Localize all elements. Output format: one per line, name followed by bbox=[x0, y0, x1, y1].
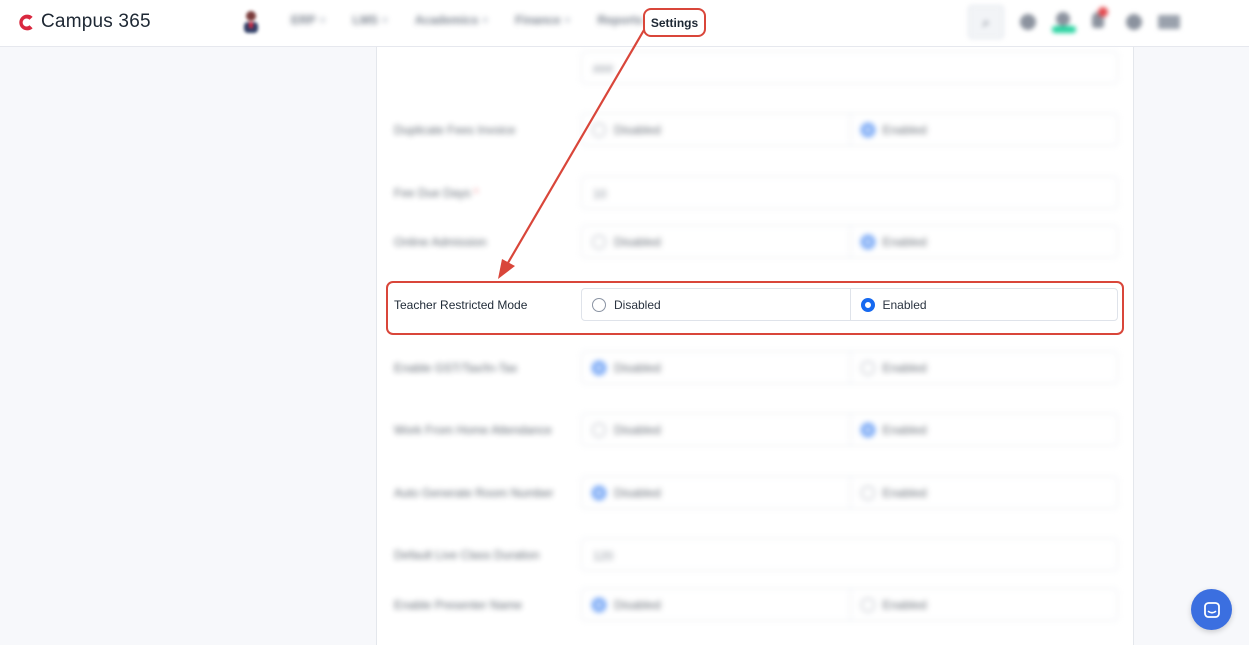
nav-item-settings[interactable]: Settings bbox=[643, 8, 706, 37]
radio-label: Disabled bbox=[614, 122, 661, 137]
nav-item-label: Reports bbox=[597, 13, 643, 27]
radio-option-enabled[interactable]: Enabled bbox=[849, 114, 1118, 145]
radio-icon bbox=[592, 234, 606, 249]
radio-label: Disabled bbox=[614, 422, 661, 437]
radio-label: Disabled bbox=[614, 485, 661, 500]
row-label: Online Admission bbox=[394, 235, 487, 249]
notification-bell-icon[interactable] bbox=[1092, 7, 1108, 28]
radio-group: Disabled Enabled bbox=[581, 413, 1118, 446]
user-status-icon[interactable] bbox=[1052, 12, 1076, 33]
radio-label: Disabled bbox=[614, 234, 661, 249]
radio-option-enabled[interactable]: Enabled bbox=[849, 589, 1118, 620]
radio-option-enabled[interactable]: Enabled bbox=[849, 414, 1118, 445]
radio-checked-icon bbox=[592, 485, 606, 500]
radio-icon bbox=[860, 485, 875, 500]
nav-item-label: ERP bbox=[291, 13, 316, 27]
main-nav: ERP ▼ LMS ▼ Academics ▼ Finance ▼ Reports bbox=[291, 0, 669, 40]
radio-icon bbox=[860, 597, 875, 612]
radio-option-disabled[interactable]: Disabled bbox=[582, 477, 850, 508]
radio-label: Enabled bbox=[882, 122, 927, 137]
radio-label: Disabled bbox=[614, 297, 661, 312]
radio-group: Disabled Enabled bbox=[581, 113, 1118, 146]
radio-checked-icon bbox=[592, 360, 606, 375]
toolbar: ⌕ bbox=[968, 0, 1238, 44]
row-label: Default Live Class Duration bbox=[394, 548, 540, 562]
field-value: 10 bbox=[593, 187, 607, 201]
radio-label: Enabled bbox=[882, 360, 927, 375]
radio-label: Enabled bbox=[882, 597, 927, 612]
field-value: ### bbox=[593, 62, 614, 76]
chevron-down-icon: ▼ bbox=[481, 15, 490, 25]
radio-label: Enabled bbox=[882, 485, 927, 500]
text-field[interactable]: 10 bbox=[581, 176, 1118, 209]
chevron-down-icon: ▼ bbox=[318, 15, 327, 25]
radio-label: Enabled bbox=[882, 297, 927, 312]
row-label: Fee Due Days * bbox=[394, 186, 478, 200]
nav-item-lms[interactable]: LMS ▼ bbox=[353, 13, 389, 27]
radio-group-teacher-restricted-mode: Disabled Enabled bbox=[581, 288, 1118, 321]
radio-checked-icon bbox=[860, 234, 875, 249]
field-value: 120 bbox=[593, 549, 614, 563]
row-label: Enable GST/Tax/In-Tax bbox=[394, 361, 518, 375]
radio-option-disabled[interactable]: Disabled bbox=[582, 352, 850, 383]
nav-item-reports[interactable]: Reports bbox=[597, 13, 642, 27]
chevron-down-icon: ▼ bbox=[563, 15, 572, 25]
radio-label: Enabled bbox=[882, 422, 927, 437]
row-label: Auto Generate Room Number bbox=[394, 486, 554, 500]
radio-option-disabled[interactable]: Disabled bbox=[582, 414, 850, 445]
radio-checked-icon bbox=[860, 297, 875, 312]
nav-item-label: LMS bbox=[352, 13, 378, 27]
row-label: Enable Presenter Name bbox=[394, 598, 523, 612]
top-navbar: Campus 365 ERP ▼ LMS ▼ Academics ▼ Finance ▼… bbox=[0, 0, 1249, 47]
radio-option-disabled[interactable]: Disabled bbox=[582, 114, 850, 145]
radio-label: Disabled bbox=[614, 597, 661, 612]
nav-item-label: Finance bbox=[515, 13, 561, 27]
radio-checked-icon bbox=[592, 597, 606, 612]
globe-icon[interactable] bbox=[1020, 14, 1036, 30]
nav-item-finance[interactable]: Finance ▼ bbox=[515, 13, 571, 27]
radio-checked-icon bbox=[860, 422, 875, 437]
search-icon[interactable]: ⌕ bbox=[968, 5, 1004, 39]
radio-option-disabled[interactable]: Disabled bbox=[582, 289, 850, 320]
radio-option-enabled[interactable]: Enabled bbox=[849, 352, 1118, 383]
chat-launcher-button[interactable] bbox=[1191, 589, 1232, 630]
nav-item-academics[interactable]: Academics ▼ bbox=[415, 13, 489, 27]
settings-panel: ### Duplicate Fees Invoice Disabled Enab… bbox=[376, 47, 1134, 645]
radio-group: Disabled Enabled bbox=[581, 476, 1118, 509]
radio-option-disabled[interactable]: Disabled bbox=[582, 589, 850, 620]
required-marker: * bbox=[473, 186, 479, 200]
radio-icon bbox=[592, 297, 606, 312]
radio-option-disabled[interactable]: Disabled bbox=[582, 226, 850, 257]
radio-option-enabled[interactable]: Enabled bbox=[849, 226, 1118, 257]
radio-group: Disabled Enabled bbox=[581, 351, 1118, 384]
radio-icon bbox=[592, 122, 606, 137]
chat-icon bbox=[1203, 601, 1220, 618]
radio-label: Enabled bbox=[882, 234, 927, 249]
campus-logo-icon bbox=[19, 14, 33, 30]
text-field[interactable]: ### bbox=[581, 51, 1118, 84]
row-label: Teacher Restricted Mode bbox=[394, 298, 528, 312]
text-field[interactable]: 120 bbox=[581, 538, 1118, 571]
radio-icon bbox=[592, 422, 606, 437]
radio-option-enabled[interactable]: Enabled bbox=[849, 477, 1118, 508]
radio-group: Disabled Enabled bbox=[581, 225, 1118, 258]
radio-label: Disabled bbox=[614, 360, 661, 375]
radio-option-enabled[interactable]: Enabled bbox=[849, 289, 1118, 320]
brand-name: Campus 365 bbox=[41, 11, 151, 32]
radio-checked-icon bbox=[860, 122, 875, 137]
radio-group: Disabled Enabled bbox=[581, 588, 1118, 621]
brand[interactable]: Campus 365 bbox=[16, 10, 151, 34]
row-label: Work From Home Attendance bbox=[394, 423, 552, 437]
radio-icon bbox=[860, 360, 875, 375]
language-flag-icon[interactable] bbox=[1158, 15, 1180, 29]
nav-item-erp[interactable]: ERP ▼ bbox=[291, 13, 327, 27]
help-icon[interactable] bbox=[1126, 14, 1142, 30]
nav-item-label: Academics bbox=[414, 13, 479, 27]
row-label: Duplicate Fees Invoice bbox=[394, 123, 516, 137]
chevron-down-icon: ▼ bbox=[380, 15, 389, 25]
row-label-text: Fee Due Days bbox=[394, 186, 471, 200]
user-avatar-icon[interactable] bbox=[242, 9, 260, 33]
